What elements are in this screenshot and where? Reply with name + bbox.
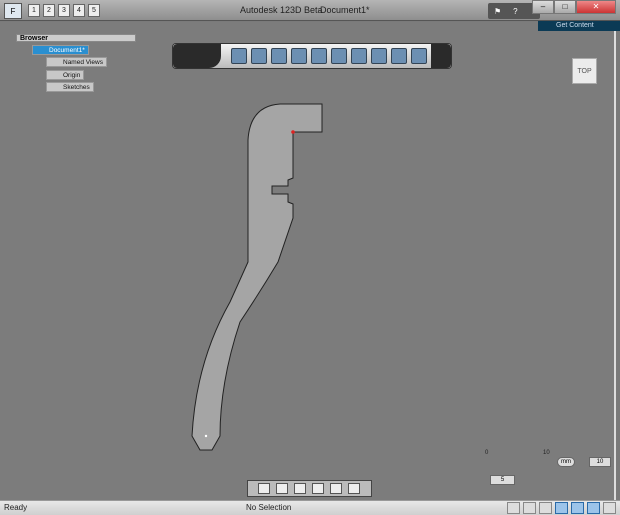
- unit-button[interactable]: mm: [557, 457, 575, 467]
- title-bar: F 1 2 3 4 5 Autodesk 123D Beta Document1…: [0, 0, 620, 21]
- get-content-button[interactable]: Get Content: [538, 21, 620, 31]
- measure-icon[interactable]: [371, 48, 387, 64]
- orbit-icon[interactable]: [258, 483, 270, 494]
- constraint-toggle-icon[interactable]: [587, 502, 600, 514]
- check-icon[interactable]: [507, 502, 520, 514]
- minimize-button[interactable]: –: [532, 0, 554, 14]
- status-selection: No Selection: [246, 503, 292, 512]
- viewcube[interactable]: TOP: [572, 58, 597, 84]
- browser-title: Browser: [20, 35, 49, 42]
- quick-access-button[interactable]: 4: [73, 4, 85, 17]
- navigation-bar: [247, 480, 372, 497]
- quick-access-toolbar: 1 2 3 4 5: [28, 4, 100, 17]
- tree-item-named-views[interactable]: Named Views: [46, 57, 107, 67]
- grouping-icon[interactable]: [331, 48, 347, 64]
- grid-min-label: 0: [485, 450, 489, 456]
- pattern-icon[interactable]: [311, 48, 327, 64]
- quick-access-button[interactable]: 5: [88, 4, 100, 17]
- browser-panel-header: Browser: [16, 34, 136, 42]
- quick-access-button[interactable]: 3: [58, 4, 70, 17]
- grid-size-field[interactable]: 10: [589, 457, 611, 467]
- section-icon[interactable]: [312, 483, 324, 494]
- grid-toggle-icon[interactable]: [555, 502, 568, 514]
- maximize-button[interactable]: □: [554, 0, 576, 14]
- app-menu-button[interactable]: F: [4, 3, 22, 19]
- visual-style-icon[interactable]: [330, 483, 342, 494]
- grid-max-label: 10: [543, 450, 550, 456]
- zoom-icon[interactable]: [294, 483, 306, 494]
- quick-access-button[interactable]: 1: [28, 4, 40, 17]
- document-title: Document1*: [320, 5, 370, 15]
- tree-item-origin[interactable]: Origin: [46, 70, 85, 80]
- material-icon[interactable]: [411, 48, 427, 64]
- combine-icon[interactable]: [351, 48, 367, 64]
- pan-icon[interactable]: [276, 483, 288, 494]
- help-icon[interactable]: ?: [513, 7, 517, 16]
- status-ready: Ready: [4, 503, 28, 512]
- modify-icon[interactable]: [291, 48, 307, 64]
- view-mode-icon[interactable]: [348, 483, 360, 494]
- sketch-profile: [191, 103, 323, 451]
- window-controls: – □ ✕: [532, 0, 616, 14]
- lock-icon[interactable]: [539, 502, 552, 514]
- construct-icon[interactable]: [271, 48, 287, 64]
- app-title: Autodesk 123D Beta: [240, 5, 323, 15]
- canvas-viewport[interactable]: [0, 22, 616, 500]
- 2d-drawing-icon[interactable]: [391, 48, 407, 64]
- primitives-icon[interactable]: [251, 48, 267, 64]
- sketch-tool-icon[interactable]: [231, 48, 247, 64]
- status-bar: Ready No Selection: [0, 500, 620, 515]
- grid-spacing-field[interactable]: 5: [490, 475, 515, 485]
- tree-item-document[interactable]: Document1*: [32, 45, 89, 55]
- doc-icon[interactable]: [523, 502, 536, 514]
- community-icon[interactable]: ⚑: [494, 7, 501, 16]
- quick-access-button[interactable]: 2: [43, 4, 55, 17]
- display-icon[interactable]: [603, 502, 616, 514]
- main-toolbar: [172, 43, 452, 69]
- tree-item-sketches[interactable]: Sketches: [46, 82, 94, 92]
- close-button[interactable]: ✕: [576, 0, 616, 14]
- snap-toggle-icon[interactable]: [571, 502, 584, 514]
